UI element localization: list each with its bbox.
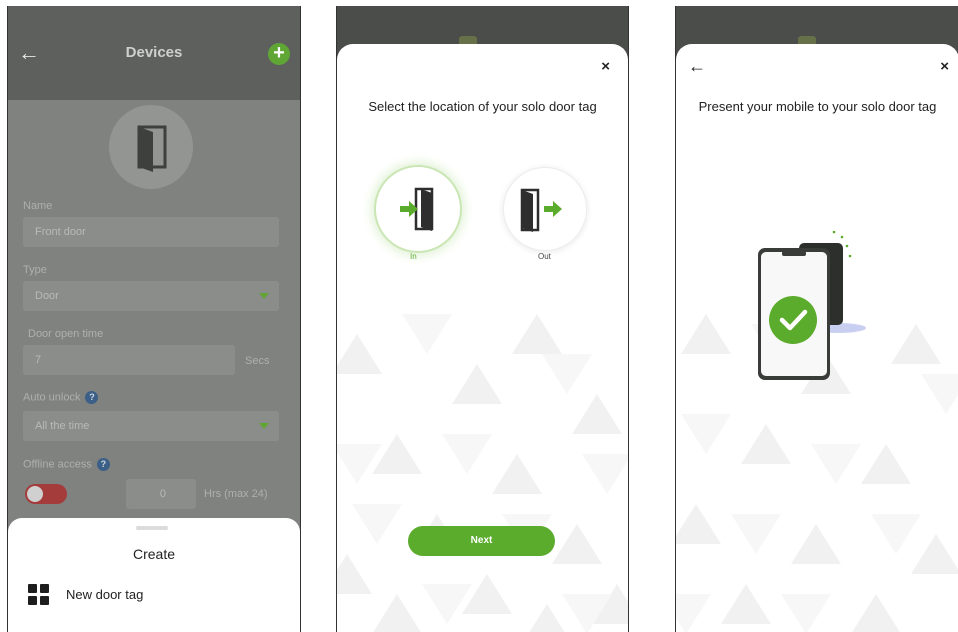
type-label: Type <box>23 264 47 276</box>
present-heading: Present your mobile to your solo door ta… <box>698 99 937 114</box>
sheet-handle[interactable] <box>136 526 168 530</box>
dropdown-arrow-icon <box>259 293 269 299</box>
close-icon[interactable]: × <box>940 58 949 75</box>
sheet-title: Create <box>132 546 176 562</box>
offline-access-label: Offline access? <box>23 458 110 471</box>
location-option-in-label: In <box>410 252 417 261</box>
door-enter-icon <box>400 187 434 231</box>
app-header: ← Devices + <box>8 6 300 100</box>
location-heading: Select the location of your solo door ta… <box>368 99 597 114</box>
auto-unlock-select[interactable]: All the time <box>23 411 279 441</box>
name-label: Name <box>23 200 53 212</box>
new-door-tag-item[interactable]: New door tag <box>66 587 143 602</box>
close-icon[interactable]: × <box>601 58 610 75</box>
select-location-screen: × Select the location of your solo door … <box>336 6 629 632</box>
location-sheet: × Select the location of your solo door … <box>337 44 628 632</box>
type-value: Door <box>35 290 59 302</box>
type-select[interactable]: Door <box>23 281 279 311</box>
device-avatar <box>109 105 193 189</box>
help-icon[interactable]: ? <box>96 458 110 471</box>
offline-hours-unit: Hrs (max 24) <box>204 488 268 500</box>
door-icon <box>137 125 167 172</box>
name-field[interactable]: Front door <box>23 217 279 247</box>
present-sheet: ← × Present your mobile to your solo doo… <box>676 44 958 632</box>
devices-screen: ← Devices + Name Front door Type Door Do… <box>7 6 301 632</box>
location-option-out[interactable] <box>503 167 587 251</box>
auto-unlock-text: Auto unlock <box>23 391 81 404</box>
door-exit-icon <box>520 188 562 232</box>
offline-access-text: Offline access <box>23 458 92 471</box>
location-option-in[interactable] <box>374 165 462 253</box>
auto-unlock-label: Auto unlock? <box>23 391 99 404</box>
help-icon[interactable]: ? <box>85 391 99 404</box>
dropdown-arrow-icon <box>259 423 269 429</box>
grid-icon <box>28 584 50 606</box>
create-bottom-sheet: Create New door tag <box>8 518 300 632</box>
triangle-pattern-background <box>337 314 628 632</box>
door-open-unit: Secs <box>245 355 270 367</box>
offline-hours-field[interactable]: 0 <box>126 479 196 509</box>
next-button[interactable]: Next <box>408 526 555 556</box>
present-mobile-screen: ← × Present your mobile to your solo doo… <box>675 6 958 632</box>
auto-unlock-value: All the time <box>35 420 90 432</box>
phone-check-icon <box>758 230 866 380</box>
add-device-button[interactable]: + <box>268 43 290 65</box>
door-open-field[interactable]: 7 <box>23 345 235 375</box>
offline-access-toggle[interactable] <box>25 484 67 504</box>
door-open-label: Door open time <box>28 328 104 340</box>
back-arrow-icon[interactable]: ← <box>688 56 706 77</box>
location-option-out-label: Out <box>538 252 551 261</box>
page-title: Devices <box>125 44 183 61</box>
